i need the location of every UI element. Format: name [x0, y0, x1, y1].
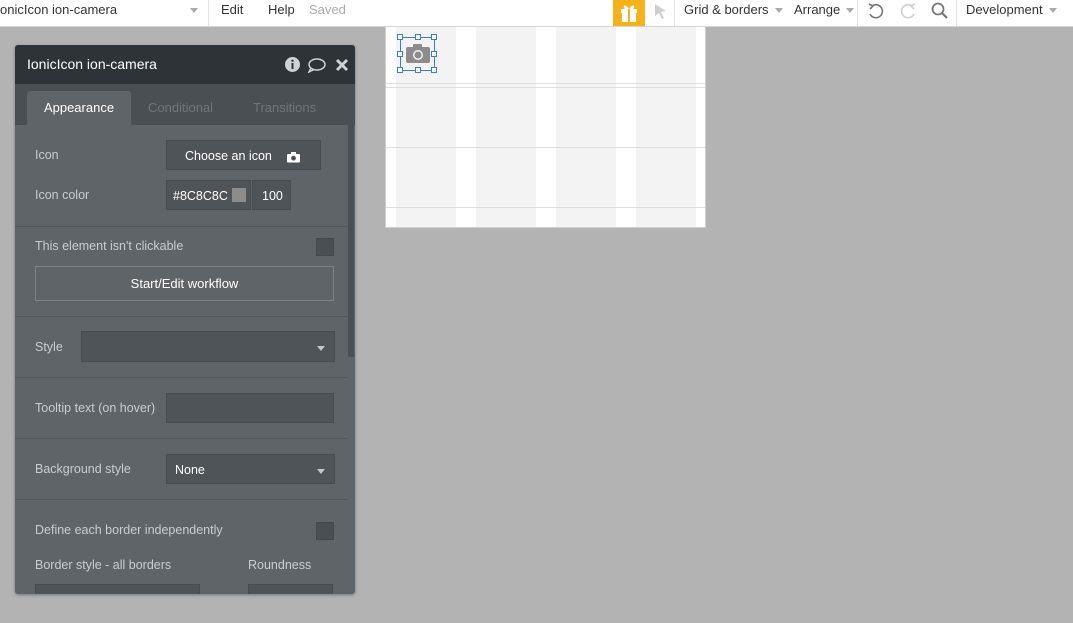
icon-color-field[interactable]: #8C8C8C	[166, 180, 251, 210]
grid-column	[636, 27, 696, 227]
section-divider	[15, 316, 348, 317]
resize-handle[interactable]	[397, 67, 403, 73]
grid-line	[386, 83, 705, 84]
panel-header[interactable]: IonicIcon ion-camera	[15, 45, 355, 84]
menu-help[interactable]: Help	[268, 0, 295, 26]
tooltip-label: Tooltip text (on hover)	[35, 401, 156, 415]
chevron-down-icon	[190, 8, 198, 13]
grid-column	[556, 27, 616, 227]
border-style-label: Border style - all borders	[35, 558, 172, 572]
info-icon[interactable]	[285, 57, 300, 72]
background-style-label: Background style	[35, 462, 131, 476]
toolbar-divider	[208, 0, 209, 26]
selected-camera-element[interactable]	[397, 34, 437, 73]
border-style-dropdown[interactable]	[35, 584, 200, 594]
resize-handle[interactable]	[431, 51, 437, 57]
choose-icon-button[interactable]: Choose an icon	[166, 140, 321, 170]
camera-icon	[287, 152, 300, 163]
section-divider	[15, 377, 348, 378]
icon-color-label: Icon color	[35, 188, 90, 202]
resize-handle[interactable]	[415, 34, 421, 40]
chevron-down-icon	[1048, 8, 1057, 14]
icon-opacity-value: 100	[262, 189, 283, 203]
color-swatch[interactable]	[232, 188, 246, 202]
resize-handle[interactable]	[415, 67, 421, 73]
roundness-input[interactable]	[248, 584, 333, 594]
panel-title: IonicIcon ion-camera	[27, 56, 157, 72]
chevron-down-icon	[317, 346, 325, 351]
define-border-checkbox[interactable]	[316, 522, 334, 540]
page-name: onicIcon ion-camera	[0, 2, 118, 17]
not-clickable-checkbox[interactable]	[316, 238, 334, 256]
chevron-down-icon	[846, 8, 855, 14]
section-divider	[15, 438, 348, 439]
page-selector[interactable]: onicIcon ion-camera	[0, 0, 208, 26]
resize-handle[interactable]	[431, 34, 437, 40]
menu-edit[interactable]: Edit	[221, 0, 243, 26]
comment-icon[interactable]	[307, 58, 326, 73]
toolbar-divider	[857, 0, 858, 26]
icon-color-value: #8C8C8C	[173, 189, 228, 203]
chevron-down-icon	[774, 8, 783, 14]
search-icon[interactable]	[930, 1, 950, 21]
redo-icon[interactable]	[898, 1, 918, 21]
grid-line	[386, 147, 705, 148]
choose-icon-text: Choose an icon	[185, 149, 272, 163]
resize-handle[interactable]	[431, 67, 437, 73]
grid-column	[476, 27, 536, 227]
not-clickable-label: This element isn't clickable	[35, 239, 184, 253]
background-style-dropdown[interactable]: None	[166, 454, 335, 484]
panel-scrollbar[interactable]	[348, 125, 354, 357]
background-style-value: None	[175, 463, 205, 477]
grid-borders-menu[interactable]: Grid & borders	[684, 0, 783, 26]
chevron-down-icon	[317, 469, 325, 474]
environment-label: Development	[966, 2, 1043, 17]
section-divider	[15, 226, 348, 227]
design-canvas[interactable]	[385, 27, 706, 228]
top-toolbar: onicIcon ion-camera Edit Help Saved Grid…	[0, 0, 1073, 27]
icon-opacity-field[interactable]: 100	[252, 180, 291, 210]
start-edit-workflow-button[interactable]: Start/Edit workflow	[35, 266, 334, 301]
tooltip-input[interactable]	[166, 393, 334, 423]
roundness-label: Roundness	[248, 558, 312, 572]
gift-icon	[621, 5, 637, 22]
style-dropdown[interactable]	[81, 331, 335, 362]
section-divider	[15, 499, 348, 500]
environment-selector[interactable]: Development	[966, 0, 1057, 26]
grid-line	[386, 87, 705, 88]
gift-button[interactable]	[613, 0, 645, 26]
pointer-icon[interactable]	[652, 2, 670, 20]
toolbar-divider	[956, 0, 957, 26]
toolbar-divider	[674, 0, 675, 26]
panel-tabs: Appearance Conditional Transitions	[15, 84, 355, 125]
saved-status: Saved	[309, 2, 346, 17]
arrange-menu[interactable]: Arrange	[794, 0, 855, 26]
resize-handle[interactable]	[397, 51, 403, 57]
undo-icon[interactable]	[866, 1, 886, 21]
tab-appearance[interactable]: Appearance	[27, 91, 131, 125]
arrange-label: Arrange	[794, 2, 841, 17]
resize-handle[interactable]	[397, 34, 403, 40]
tab-conditional[interactable]: Conditional	[148, 91, 213, 125]
grid-line	[386, 207, 705, 208]
style-label: Style	[35, 340, 63, 354]
tab-transitions[interactable]: Transitions	[253, 91, 316, 125]
grid-borders-label: Grid & borders	[684, 2, 769, 17]
icon-label: Icon	[35, 148, 59, 162]
camera-icon	[406, 44, 430, 63]
property-editor-panel: IonicIcon ion-camera Appearance Conditio…	[15, 45, 355, 594]
define-border-label: Define each border independently	[35, 523, 223, 537]
close-icon[interactable]	[335, 58, 349, 72]
